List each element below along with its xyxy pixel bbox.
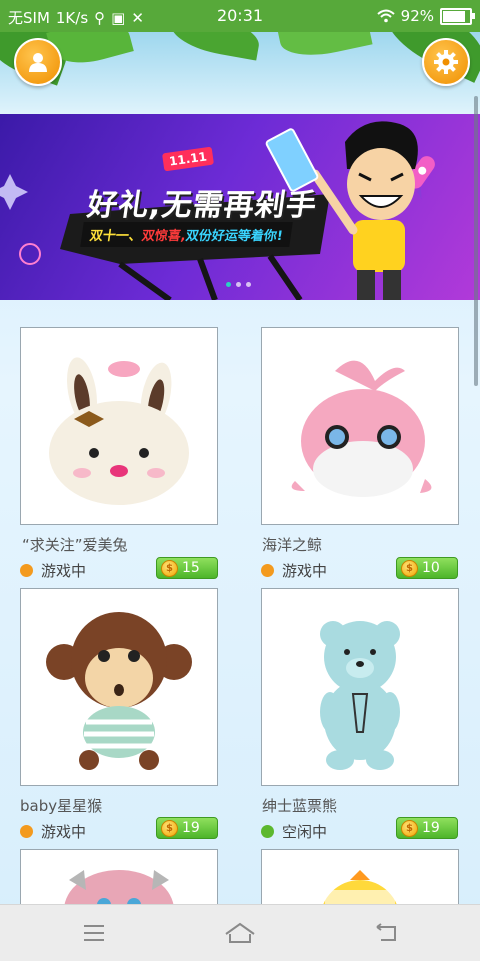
profile-button[interactable] [14,38,62,86]
header [0,32,480,114]
plush-chick-image [321,870,399,908]
plush-monkey-image [46,612,192,770]
play-button[interactable]: $ 19 [156,817,218,839]
status-label: 游戏中 [41,562,87,580]
item-image-bear[interactable] [261,588,459,786]
carousel-dot[interactable] [236,282,241,287]
status-dot [261,825,274,838]
coin-icon: $ [161,559,178,577]
banner-subtitle-part3: 双份好运等着你! [184,229,284,244]
item-image-whale[interactable] [261,327,459,525]
user-icon [29,53,47,72]
status-bar: 无SIM 1K/s ⚲ ▣ ✕ 20:31 92% [0,0,480,32]
status-label: 空闲中 [282,823,328,841]
price-label: 10 [422,560,440,576]
battery-percent: 92% [400,7,434,25]
carousel-indicator[interactable] [226,282,251,287]
leaf-decoration [277,32,373,63]
plush-bunny-image [49,357,189,505]
play-button[interactable]: $ 19 [396,817,458,839]
banner-subtitle: 双十一、双惊喜,双份好运等着你! [80,222,293,247]
price-label: 19 [422,820,440,836]
item-image-bunny[interactable] [20,327,218,525]
menu-icon [84,925,104,941]
coin-icon: $ [401,819,418,837]
settings-button[interactable] [422,38,470,86]
home-icon [225,922,255,943]
item-status: 游戏中 [261,560,327,581]
item-image-partial[interactable] [261,849,459,909]
back-icon [376,923,396,941]
price-label: 19 [182,820,200,836]
coin-icon: $ [401,559,418,577]
wifi-icon [376,9,395,23]
banner-subtitle-part2: 双惊喜, [140,229,187,244]
gear-icon [434,50,458,74]
plush-whale-image [291,360,432,497]
plush-bear-image [320,621,400,770]
item-name[interactable]: 绅士蓝票熊 [262,795,337,816]
back-button[interactable] [366,919,406,947]
item-image-partial[interactable] [20,849,218,909]
item-status: 空闲中 [261,821,327,842]
scrollbar[interactable] [474,96,478,386]
status-dot [20,564,33,577]
status-dot [261,564,274,577]
item-status: 游戏中 [20,560,86,581]
item-name[interactable]: “求关注”爱美兔 [22,534,128,555]
play-button[interactable]: $ 10 [396,557,458,579]
price-label: 15 [182,560,200,576]
item-name[interactable]: baby星星猴 [20,795,102,816]
leaf-decoration [167,32,263,61]
banner-subtitle-part1: 双十一、 [88,229,143,244]
item-name[interactable]: 海洋之鲸 [262,534,322,555]
carousel-dot[interactable] [246,282,251,287]
item-status: 游戏中 [20,821,86,842]
status-label: 游戏中 [41,823,87,841]
status-label: 游戏中 [282,562,328,580]
menu-button[interactable] [74,919,114,947]
navigation-bar [0,904,480,961]
promo-banner[interactable]: 11.11 好礼,无需再剁手 双十一、双惊喜,双份好运等着你! [0,114,480,300]
status-dot [20,825,33,838]
home-button[interactable] [220,919,260,947]
banner-title: 好礼,无需再剁手 [85,188,320,223]
battery-icon [440,7,475,25]
carousel-dot[interactable] [226,282,231,287]
play-button[interactable]: $ 15 [156,557,218,579]
item-image-monkey[interactable] [20,588,218,786]
coin-icon: $ [161,819,178,837]
plush-cow-image [64,870,174,908]
